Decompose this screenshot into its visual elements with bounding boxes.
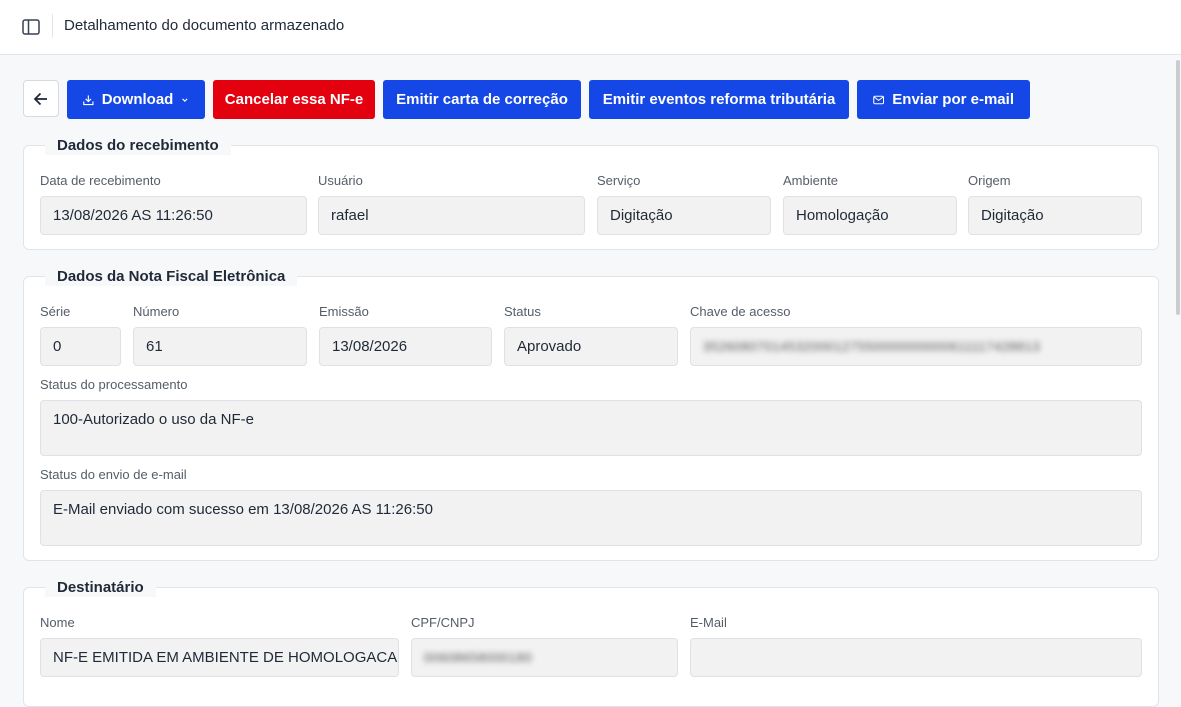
action-toolbar: Download Cancelar essa NF-e Emitir carta…: [23, 80, 1030, 119]
environment-field: Ambiente Homologação: [783, 173, 957, 235]
receipt-section: Dados do recebimento Data de recebimento…: [23, 137, 1159, 250]
recipient-name-field: Nome NF-E EMITIDA EM AMBIENTE DE HOMOLOG…: [40, 615, 399, 677]
top-bar: Detalhamento do documento armazenado: [0, 0, 1181, 55]
environment-value: Homologação: [783, 196, 957, 235]
page-title: Detalhamento do documento armazenado: [64, 17, 345, 34]
back-button[interactable]: [23, 80, 59, 117]
receipt-date-value: 13/08/2026 AS 11:26:50: [40, 196, 307, 235]
tax-reform-events-button[interactable]: Emitir eventos reforma tributária: [589, 80, 849, 119]
cancel-nfe-button[interactable]: Cancelar essa NF-e: [213, 80, 375, 119]
recipient-doc-value: 00608658000180: [411, 638, 678, 677]
download-icon: [83, 94, 94, 105]
recipient-email-value: [690, 638, 1142, 677]
access-key-field: Chave de acesso 352608070145320001275500…: [690, 304, 1142, 366]
receipt-date-field: Data de recebimento 13/08/2026 AS 11:26:…: [40, 173, 307, 235]
recipient-doc-field: CPF/CNPJ 00608658000180: [411, 615, 678, 677]
number-value: 61: [133, 327, 307, 366]
service-value: Digitação: [597, 196, 771, 235]
status-value: Aprovado: [504, 327, 678, 366]
recipient-section: Destinatário Nome NF-E EMITIDA EM AMBIEN…: [23, 579, 1159, 707]
send-email-label: Enviar por e-mail: [892, 91, 1014, 108]
recipient-doc-text: 00608658000180: [424, 650, 533, 665]
sidebar-toggle-icon[interactable]: [20, 16, 42, 38]
recipient-name-value: NF-E EMITIDA EM AMBIENTE DE HOMOLOGACAO …: [40, 638, 399, 677]
email-status-value: E-Mail enviado com sucesso em 13/08/2026…: [40, 490, 1142, 546]
origin-field: Origem Digitação: [968, 173, 1142, 235]
series-field: Série 0: [40, 304, 121, 366]
access-key-value: 3526080701453200012755000000000061111742…: [690, 327, 1142, 366]
receipt-section-title: Dados do recebimento: [45, 137, 231, 155]
download-button[interactable]: Download: [67, 80, 205, 119]
processing-status-field: Status do processamento 100-Autorizado o…: [40, 377, 1142, 456]
arrow-left-icon: [33, 92, 47, 105]
service-field: Serviço Digitação: [597, 173, 771, 235]
correction-letter-button[interactable]: Emitir carta de correção: [383, 80, 581, 119]
invoice-section: Dados da Nota Fiscal Eletrônica Série 0 …: [23, 268, 1159, 561]
scrollbar-thumb[interactable]: [1176, 60, 1180, 315]
issue-date-value: 13/08/2026: [319, 327, 492, 366]
mail-icon: [873, 95, 885, 104]
chevron-down-icon: [182, 97, 188, 102]
user-field: Usuário rafael: [318, 173, 585, 235]
origin-value: Digitação: [968, 196, 1142, 235]
series-value: 0: [40, 327, 121, 366]
email-status-field: Status do envio de e-mail E-Mail enviado…: [40, 467, 1142, 546]
number-field: Número 61: [133, 304, 307, 366]
send-email-button[interactable]: Enviar por e-mail: [857, 80, 1030, 119]
processing-status-value: 100-Autorizado o uso da NF-e: [40, 400, 1142, 456]
header-divider: [52, 14, 53, 38]
user-value: rafael: [318, 196, 585, 235]
recipient-email-field: E-Mail: [690, 615, 1142, 677]
download-label: Download: [101, 91, 174, 108]
status-field: Status Aprovado: [504, 304, 678, 366]
recipient-section-title: Destinatário: [45, 579, 156, 597]
access-key-text: 3526080701453200012755000000000061111742…: [703, 339, 1041, 354]
issue-date-field: Emissão 13/08/2026: [319, 304, 492, 366]
invoice-section-title: Dados da Nota Fiscal Eletrônica: [45, 268, 298, 286]
